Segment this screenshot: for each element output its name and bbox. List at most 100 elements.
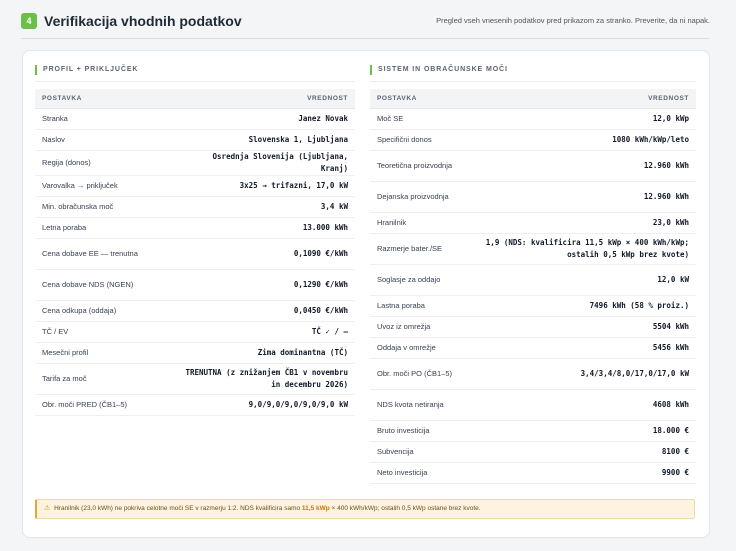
row-value: 8100 € [471,441,696,463]
row-label: Mesečni profil [35,342,176,364]
row-value: 23,0 kWh [471,212,696,234]
table-row: NDS kvota netiranja 4608 kWh [370,389,696,421]
row-value: 18.000 € [471,420,696,442]
battery-warning-notice: ⚠ Hranilnik (23,0 kWh) ne pokriva celotn… [35,499,695,519]
row-label: Varovalka → priključek [35,175,176,197]
table-row: Subvencija 8100 € [370,441,696,463]
row-value: 7496 kWh (58 % proiz.) [471,295,696,317]
table-row: Specifični donos 1080 kWh/kWp/leto [370,129,696,151]
row-value: 0,1090 €/kWh [175,238,355,270]
row-label: Cena dobave EE — trenutna [35,238,176,270]
row-label: Tarifa za moč [35,363,176,395]
table-row: Neto investicija 9900 € [370,462,696,484]
row-value: Slovenska 1, Ljubljana [175,129,355,151]
table-row: Moč SE 12,0 kWp [370,108,696,130]
row-value: 12,0 kWp [471,108,696,130]
row-label: Specifični donos [370,129,472,151]
table-row: Oddaja v omrežje 5456 kWh [370,337,696,359]
table-row: Obr. moči PRED (ČB1–5) 9,0/9,0/9,0/9,0/9,… [35,394,355,416]
row-label: Regija (donos) [35,150,176,176]
page-subtitle: Pregled vseh vnesenih podatkov pred prik… [436,16,710,25]
row-label: Cena odkupa (oddaja) [35,300,176,322]
row-value: 12.960 kWh [471,150,696,182]
page-title: Verifikacija vhodnih podatkov [44,13,242,29]
row-label: Obr. moči PRED (ČB1–5) [35,394,176,416]
row-value: 9,0/9,0/9,0/9,0/9,0 kW [175,394,355,416]
table-row: Uvoz iz omrežja 5504 kWh [370,316,696,338]
notice-highlight: 11,5 kWp [301,505,330,512]
table-row: Bruto investicija 18.000 € [370,420,696,442]
row-label: Stranka [35,108,176,130]
table-row: TČ / EV TČ ✓ / — [35,321,355,343]
row-label: Min. obračunska moč [35,196,176,218]
row-label: Lastna poraba [370,295,472,317]
row-label: Neto investicija [370,462,472,484]
table-row: Min. obračunska moč 3,4 kW [35,196,355,218]
table-row: Cena dobave EE — trenutna 0,1090 €/kWh [35,238,355,270]
column-header-value: VREDNOST [175,89,355,109]
table-row: Lastna poraba 7496 kWh (58 % proiz.) [370,295,696,317]
table-row: Cena odkupa (oddaja) 0,0450 €/kWh [35,300,355,322]
system-table-body: Moč SE 12,0 kWp Specifični donos 1080 kWh/k… [370,108,696,484]
row-label: Dejanska proizvodnja [370,181,472,213]
step-header: 4 Verifikacija vhodnih podatkov Pregled … [21,13,710,39]
column-header-value: VREDNOST [471,89,696,109]
row-value: 1080 kWh/kWp/leto [471,129,696,151]
table-header-row: POSTAVKA VREDNOST [35,89,355,109]
row-label: NDS kvota netiranja [370,389,472,421]
row-value: TČ ✓ / — [175,321,355,343]
column-header-item: POSTAVKA [35,89,176,109]
row-value: 0,1290 €/kWh [175,269,355,301]
table-row: Mesečni profil Zima dominantna (TČ) [35,342,355,364]
row-value: 3,4/3,4/8,0/17,0/17,0 kW [471,358,696,390]
table-row: Teoretična proizvodnja 12.960 kWh [370,150,696,182]
table-header-row: POSTAVKA VREDNOST [370,89,696,109]
row-label: Oddaja v omrežje [370,337,472,359]
table-row: Tarifa za moč TRENUTNA (z znižanjem ČB1 v… [35,363,355,395]
row-value: Janez Novak [175,108,355,130]
row-label: Bruto investicija [370,420,472,442]
row-label: Uvoz iz omrežja [370,316,472,338]
warning-icon: ⚠ [44,505,51,512]
row-value: TRENUTNA (z znižanjem ČB1 v novembru in … [175,363,355,395]
section-divider [35,81,355,82]
notice-text-end: × 400 kWh/kWp; ostalih 0,5 kWp ostane br… [329,505,481,512]
row-value: 9900 € [471,462,696,484]
table-row: Stranka Janez Novak [35,108,355,130]
table-row: Letna poraba 13.000 kWh [35,217,355,239]
row-label: Subvencija [370,441,472,463]
system-table: POSTAVKA VREDNOST Moč SE 12,0 kWp Specifič… [370,89,696,484]
row-label: Naslov [35,129,176,151]
row-value: 3x25 → trifazni, 17,0 kW [175,175,355,197]
row-value: 0,0450 €/kWh [175,300,355,322]
table-row: Dejanska proizvodnja 12.960 kWh [370,181,696,213]
row-label: Soglasje za oddajo [370,264,472,296]
row-label: Moč SE [370,108,472,130]
row-value: 5456 kWh [471,337,696,359]
section-divider [370,81,696,82]
row-label: Razmerje bater./SE [370,233,472,265]
profile-section-title: PROFIL + PRIKLJUČEK [35,65,138,75]
table-row: Cena dobave NDS (NGEN) 0,1290 €/kWh [35,269,355,301]
row-label: TČ / EV [35,321,176,343]
notice-text-start: Hranilnik (23,0 kWh) ne pokriva celotne … [54,505,302,512]
row-value: 12,0 kW [471,264,696,296]
row-label: Cena dobave NDS (NGEN) [35,269,176,301]
table-row: Soglasje za oddajo 12,0 kW [370,264,696,296]
column-header-item: POSTAVKA [370,89,472,109]
system-section-title: SISTEM IN OBRAČUNSKE MOČI [370,65,508,75]
row-label: Teoretična proizvodnja [370,150,472,182]
profile-table: POSTAVKA VREDNOST Stranka Janez Novak Nasl… [35,89,355,416]
table-row: Hranilnik 23,0 kWh [370,212,696,234]
table-row: Razmerje bater./SE 1,9 (NDS: kvalificira … [370,233,696,265]
row-value: 3,4 kW [175,196,355,218]
row-value: 13.000 kWh [175,217,355,239]
row-value: 5504 kWh [471,316,696,338]
row-value: 4608 kWh [471,389,696,421]
table-row: Obr. moči PO (ČB1–5) 3,4/3,4/8,0/17,0/17,… [370,358,696,390]
table-row: Naslov Slovenska 1, Ljubljana [35,129,355,151]
verification-card: PROFIL + PRIKLJUČEK POSTAVKA VREDNOST St… [22,50,710,538]
table-row: Varovalka → priključek 3x25 → trifazni, 1… [35,175,355,197]
row-value: Zima dominantna (TČ) [175,342,355,364]
row-value: 12.960 kWh [471,181,696,213]
